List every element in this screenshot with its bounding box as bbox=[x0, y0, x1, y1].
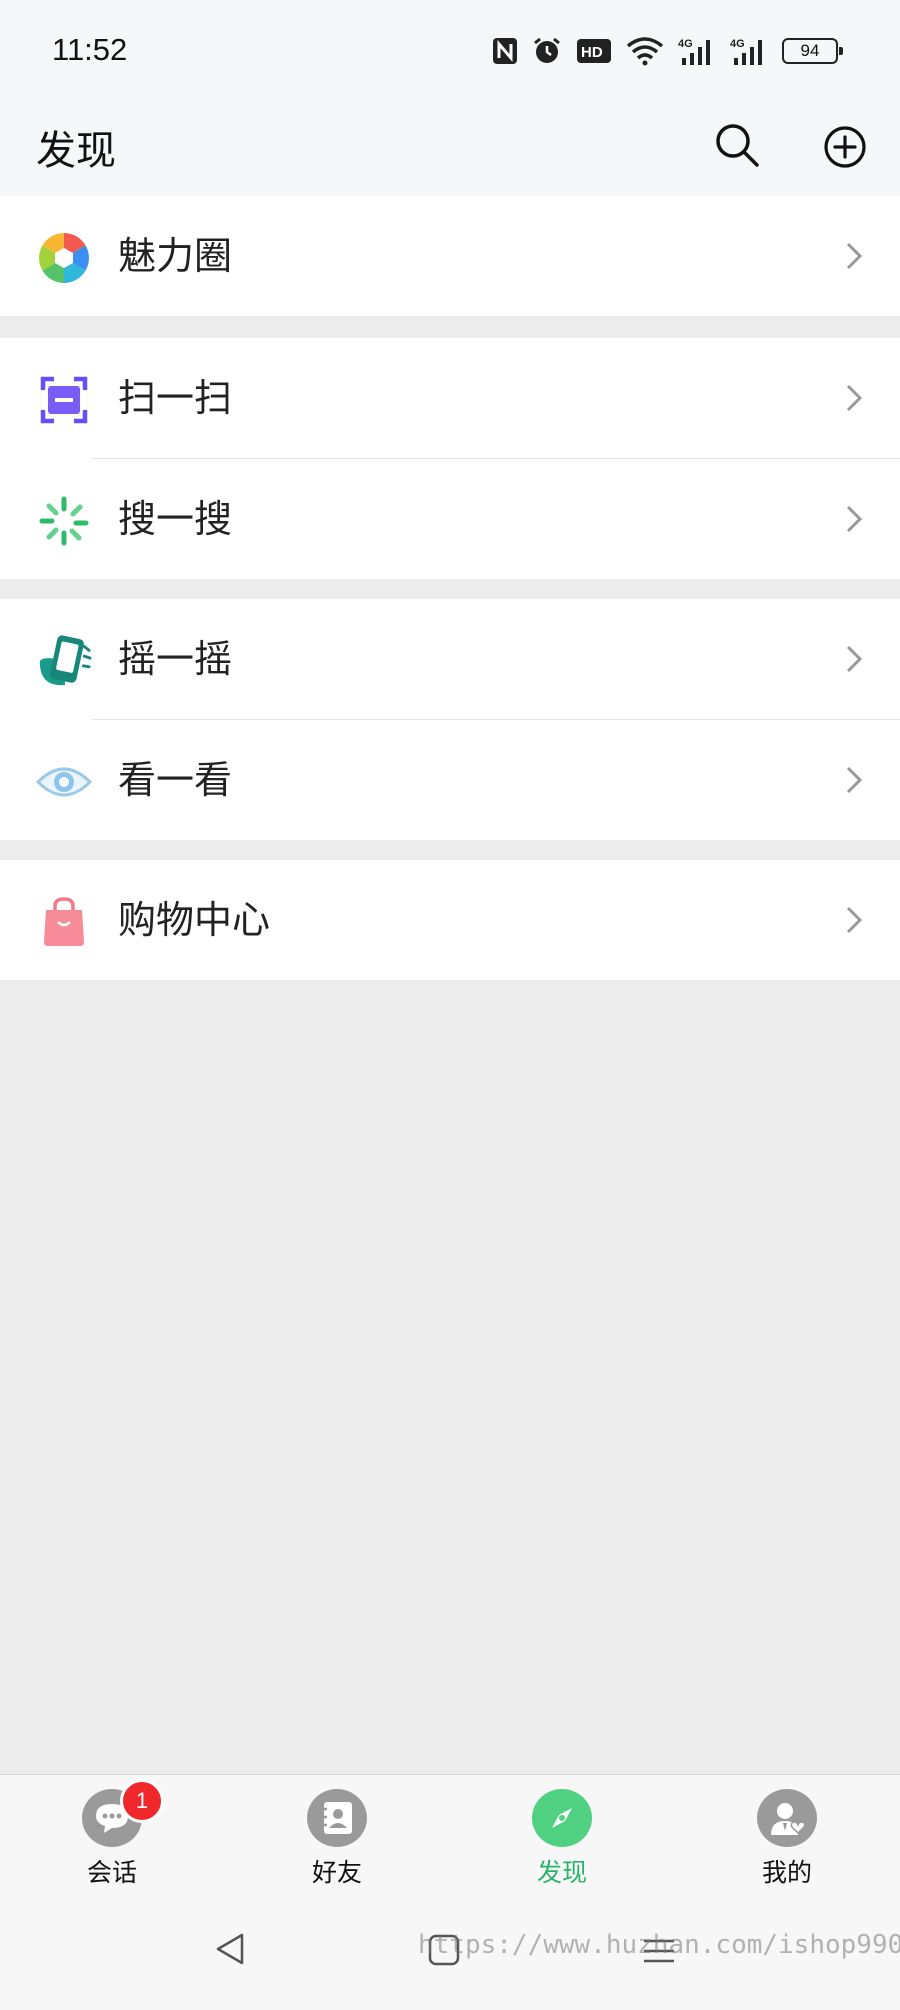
menu-item-label: 摇一摇 bbox=[118, 637, 233, 681]
4g-signal-icon: 4G bbox=[678, 38, 710, 65]
battery-level: 94 bbox=[800, 41, 820, 60]
battery-icon: 94 bbox=[782, 38, 843, 64]
chevron-right-icon bbox=[846, 645, 863, 673]
menu-group-1: 魅力圈 bbox=[0, 196, 900, 316]
search-button[interactable] bbox=[712, 120, 762, 170]
aperture-icon bbox=[36, 230, 92, 286]
add-button[interactable] bbox=[818, 120, 872, 174]
nav-item-me[interactable]: 我的 bbox=[727, 1789, 847, 1889]
profile-icon bbox=[757, 1789, 817, 1847]
hd-icon: HD bbox=[577, 39, 611, 63]
chevron-right-icon bbox=[846, 505, 863, 533]
search-icon bbox=[716, 124, 759, 167]
chevron-right-icon bbox=[846, 766, 863, 794]
nav-item-discover[interactable]: 发现 bbox=[502, 1789, 622, 1889]
title-bar: 发现 bbox=[0, 100, 900, 196]
menu-item-shake[interactable]: 摇一摇 bbox=[0, 599, 900, 719]
menu-group-4: 购物中心 bbox=[0, 860, 900, 980]
plus-circle-icon bbox=[824, 126, 866, 168]
svg-text:HD: HD bbox=[581, 44, 603, 61]
menu-group-2: 扫一扫 搜一搜 bbox=[0, 338, 900, 579]
menu-group-3: 摇一摇 看一看 bbox=[0, 599, 900, 840]
wifi-icon bbox=[626, 37, 664, 66]
back-triangle-icon[interactable] bbox=[214, 1932, 246, 1966]
compass-icon bbox=[532, 1789, 592, 1847]
menu-item-search[interactable]: 搜一搜 bbox=[0, 459, 900, 579]
nav-label: 发现 bbox=[536, 1858, 587, 1887]
nav-label: 会话 bbox=[86, 1858, 137, 1887]
status-bar: 11:52 HD 4G 4G 94 bbox=[0, 0, 900, 100]
page-title: 发现 bbox=[36, 128, 116, 174]
eye-icon bbox=[36, 754, 92, 810]
bottom-nav: 1 会话 好友 发现 我的 bbox=[0, 1774, 900, 1894]
shopping-bag-icon bbox=[36, 894, 92, 950]
menu-item-moments[interactable]: 魅力圈 bbox=[0, 196, 900, 316]
system-nav: https://www.huzhan.com/ishop9907 bbox=[0, 1894, 900, 2010]
svg-text:4G: 4G bbox=[730, 38, 745, 50]
menu-item-look[interactable]: 看一看 bbox=[0, 720, 900, 840]
alarm-icon bbox=[534, 37, 560, 63]
menu-item-label: 搜一搜 bbox=[118, 497, 233, 541]
menu-item-label: 购物中心 bbox=[118, 898, 271, 942]
status-icons: HD 4G 4G 94 bbox=[492, 34, 843, 68]
chat-icon: 1 bbox=[82, 1779, 164, 1847]
menu-item-scan[interactable]: 扫一扫 bbox=[0, 338, 900, 458]
sparkle-search-icon bbox=[36, 493, 92, 549]
status-time: 11:52 bbox=[52, 32, 128, 67]
chevron-right-icon bbox=[846, 384, 863, 412]
nav-item-chats[interactable]: 1 会话 bbox=[52, 1779, 172, 1889]
menu-item-shopping[interactable]: 购物中心 bbox=[0, 860, 900, 980]
menu-item-label: 看一看 bbox=[118, 758, 233, 802]
nfc-icon bbox=[493, 38, 517, 64]
watermark-text: https://www.huzhan.com/ishop9907 bbox=[418, 1930, 900, 1960]
chevron-right-icon bbox=[846, 242, 863, 270]
nav-label: 好友 bbox=[311, 1858, 362, 1887]
nav-label: 我的 bbox=[761, 1858, 812, 1887]
unread-badge: 1 bbox=[120, 1779, 164, 1823]
contacts-icon bbox=[307, 1789, 367, 1847]
menu-item-label: 扫一扫 bbox=[118, 376, 233, 420]
chevron-right-icon bbox=[846, 906, 863, 934]
scan-icon bbox=[36, 372, 92, 428]
nav-item-friends[interactable]: 好友 bbox=[277, 1789, 397, 1889]
4g-signal-icon: 4G bbox=[730, 38, 762, 65]
shake-phone-icon bbox=[36, 633, 92, 689]
menu-item-label: 魅力圈 bbox=[118, 234, 233, 278]
svg-text:4G: 4G bbox=[678, 38, 693, 50]
